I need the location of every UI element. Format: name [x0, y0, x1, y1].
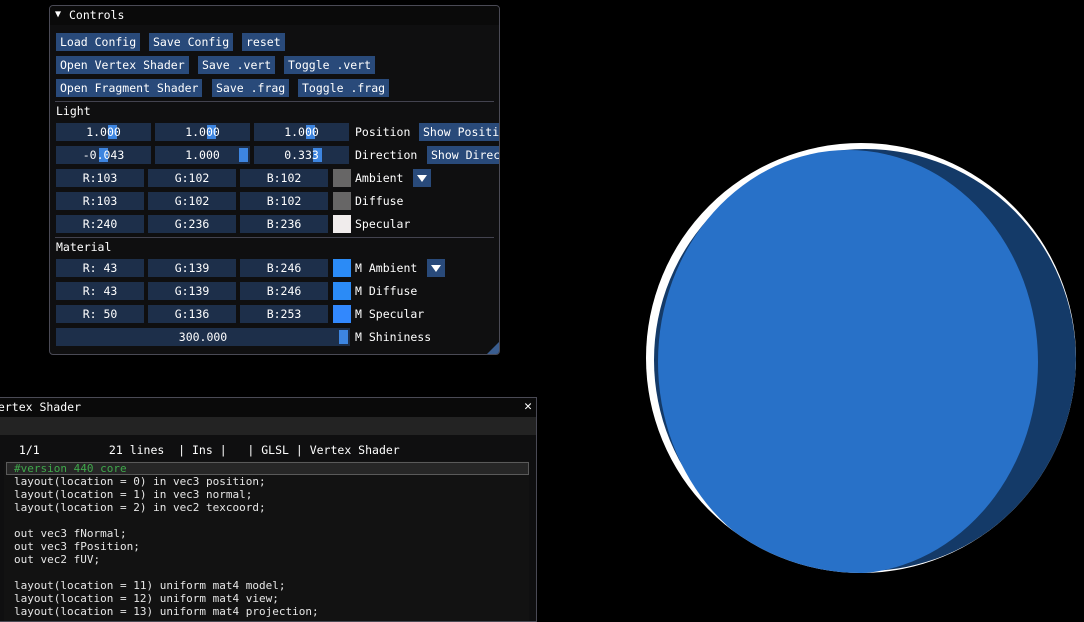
light-diffuse-r[interactable]: R:103 — [56, 192, 144, 210]
slider-grab[interactable] — [339, 330, 348, 344]
specular-label: Specular — [355, 217, 411, 231]
material-ambient-g[interactable]: G:139 — [148, 259, 236, 277]
open-fragment-shader-button[interactable]: Open Fragment Shader — [56, 79, 203, 97]
code-line-1: #version 440 core — [14, 462, 127, 475]
light-diffuse-b[interactable]: B:102 — [240, 192, 328, 210]
light-direction-x-slider[interactable]: -0.043 — [56, 146, 151, 164]
diffuse-label: Diffuse — [355, 194, 404, 208]
toggle-frag-button[interactable]: Toggle .frag — [298, 79, 390, 97]
save-frag-button[interactable]: Save .frag — [212, 79, 290, 97]
direction-label: Direction — [355, 148, 418, 162]
light-ambient-r[interactable]: R:103 — [56, 169, 144, 187]
menu-bar — [0, 417, 536, 435]
code-line-2: layout(location = 0) in vec3 position; — [14, 475, 266, 488]
light-direction-y-slider[interactable]: 1.000 — [155, 146, 250, 164]
light-direction-z-slider[interactable]: 0.333 — [254, 146, 349, 164]
light-position-x-slider[interactable]: 1.000 — [56, 123, 151, 141]
material-diffuse-b[interactable]: B:246 — [240, 282, 328, 300]
light-position-y-slider[interactable]: 1.000 — [155, 123, 250, 141]
resize-grip-icon[interactable] — [487, 342, 499, 354]
separator — [55, 237, 494, 238]
material-specular-b[interactable]: B:253 — [240, 305, 328, 323]
save-config-button[interactable]: Save Config — [149, 33, 234, 51]
material-shininess-slider[interactable]: 300.000 — [56, 328, 350, 346]
vertex-shader-window[interactable]: Vertex Shader ✕ 1/1 21 lines | Ins | | G… — [0, 397, 537, 622]
vertex-shader-title: Vertex Shader — [0, 400, 82, 414]
light-position-z-slider[interactable]: 1.000 — [254, 123, 349, 141]
close-icon[interactable]: ✕ — [524, 399, 532, 414]
slider-grab[interactable] — [239, 148, 248, 162]
sphere-lit-face — [658, 150, 1038, 573]
reset-button[interactable]: reset — [242, 33, 285, 51]
open-vertex-shader-button[interactable]: Open Vertex Shader — [56, 56, 189, 74]
light-specular-swatch[interactable] — [333, 215, 351, 233]
light-specular-r[interactable]: R:240 — [56, 215, 144, 233]
show-position-button[interactable]: Show Positi — [419, 123, 499, 141]
material-specular-r[interactable]: R: 50 — [56, 305, 144, 323]
code-editor[interactable]: #version 440 core layout(location = 0) i… — [4, 461, 529, 621]
controls-window[interactable]: ▼ Controls Load Config Save Config reset… — [49, 5, 500, 355]
code-line-3: layout(location = 1) in vec3 normal; — [14, 488, 253, 501]
light-diffuse-g[interactable]: G:102 — [148, 192, 236, 210]
material-specular-g[interactable]: G:136 — [148, 305, 236, 323]
code-line-10: layout(location = 11) uniform mat4 model… — [14, 579, 286, 592]
m-diffuse-label: M Diffuse — [355, 284, 418, 298]
material-diffuse-r[interactable]: R: 43 — [56, 282, 144, 300]
ambient-label: Ambient — [355, 171, 404, 185]
light-specular-g[interactable]: G:236 — [148, 215, 236, 233]
code-line-4: layout(location = 2) in vec2 texcoord; — [14, 501, 266, 514]
m-ambient-label: M Ambient — [355, 261, 418, 275]
controls-title: Controls — [69, 8, 125, 22]
m-ambient-dropdown[interactable] — [427, 259, 445, 277]
light-ambient-b[interactable]: B:102 — [240, 169, 328, 187]
material-ambient-r[interactable]: R: 43 — [56, 259, 144, 277]
ambient-dropdown[interactable] — [413, 169, 431, 187]
show-direction-button[interactable]: Show Direc — [427, 146, 499, 164]
save-vert-button[interactable]: Save .vert — [198, 56, 276, 74]
light-specular-b[interactable]: B:236 — [240, 215, 328, 233]
code-line-12: layout(location = 13) uniform mat4 proje… — [14, 605, 319, 618]
material-header: Material — [56, 240, 112, 254]
toggle-vert-button[interactable]: Toggle .vert — [284, 56, 376, 74]
separator — [55, 101, 494, 102]
material-specular-swatch[interactable] — [333, 305, 351, 323]
load-config-button[interactable]: Load Config — [56, 33, 141, 51]
code-line-7: out vec3 fPosition; — [14, 540, 140, 553]
vertex-shader-title-bar[interactable]: Vertex Shader ✕ — [0, 398, 536, 417]
controls-title-bar[interactable]: ▼ Controls — [50, 6, 499, 25]
rendered-sphere — [646, 143, 1076, 573]
light-ambient-swatch[interactable] — [333, 169, 351, 187]
material-diffuse-g[interactable]: G:139 — [148, 282, 236, 300]
m-shininess-label: M Shininess — [355, 330, 432, 344]
code-line-11: layout(location = 12) uniform mat4 view; — [14, 592, 279, 605]
editor-status-line: 1/1 21 lines | Ins | | GLSL | Vertex Sha… — [12, 443, 400, 457]
light-diffuse-swatch[interactable] — [333, 192, 351, 210]
code-line-8: out vec2 fUV; — [14, 553, 101, 566]
chevron-down-icon — [417, 175, 427, 182]
collapse-arrow-icon[interactable]: ▼ — [55, 9, 61, 20]
material-diffuse-swatch[interactable] — [333, 282, 351, 300]
position-label: Position — [355, 125, 411, 139]
code-line-6: out vec3 fNormal; — [14, 527, 127, 540]
light-ambient-g[interactable]: G:102 — [148, 169, 236, 187]
material-ambient-b[interactable]: B:246 — [240, 259, 328, 277]
m-specular-label: M Specular — [355, 307, 425, 321]
light-header: Light — [56, 104, 91, 118]
material-ambient-swatch[interactable] — [333, 259, 351, 277]
chevron-down-icon — [431, 265, 441, 272]
